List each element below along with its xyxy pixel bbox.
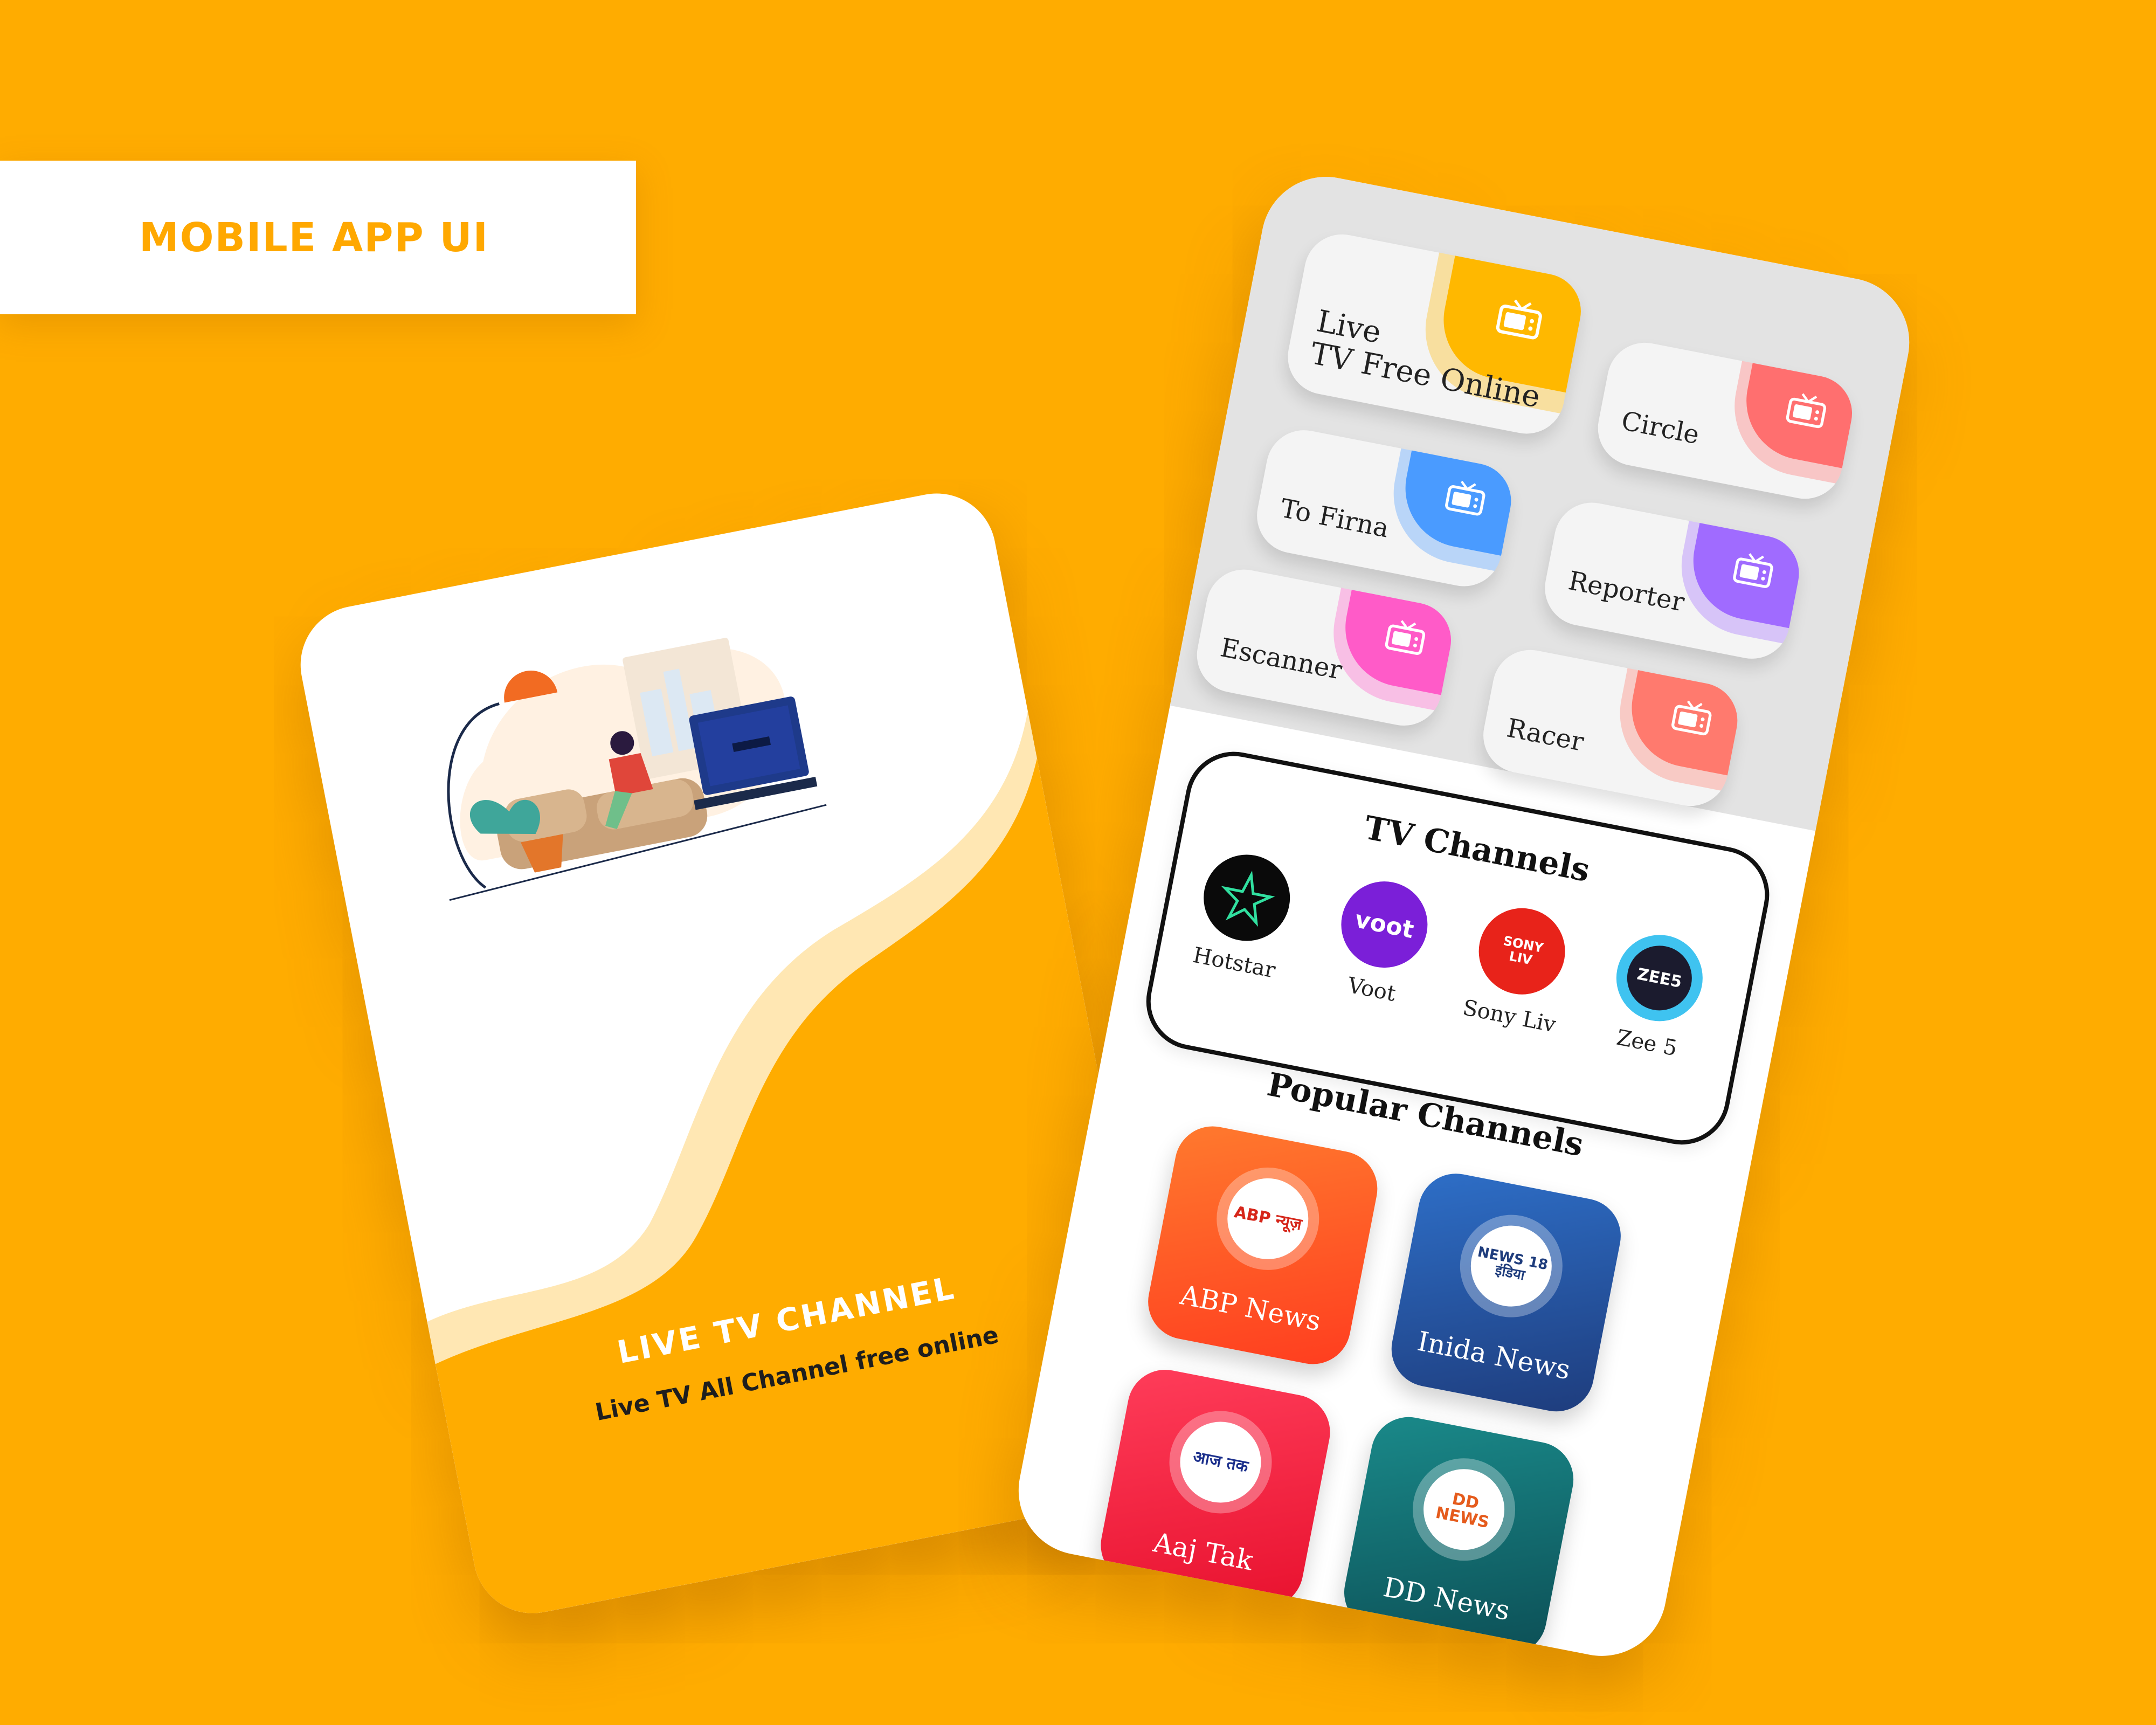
aaj-tak-logo: आज तक <box>1173 1414 1268 1510</box>
hotstar-logo[interactable] <box>1196 847 1297 949</box>
zee5-logo[interactable]: ZEE5 <box>1609 927 1710 1029</box>
popular-card-inida-news[interactable]: NEWS 18 इंडिया Inida News <box>1385 1167 1627 1418</box>
category-label: To Firna <box>1277 493 1392 544</box>
channel-name: Zee 5 <box>1614 1025 1680 1061</box>
home-screen-phone: Live TV Free Online Circle To Firna Repo… <box>1007 165 1920 1667</box>
category-label: Circle <box>1619 405 1702 451</box>
popular-channel-name: DD News <box>1380 1571 1513 1627</box>
popular-card-dd-news[interactable]: DD NEWS DD News <box>1337 1410 1580 1661</box>
popular-channel-name: Inida News <box>1414 1325 1573 1386</box>
brand-banner: MOBILE APP UI <box>0 161 636 314</box>
voot-logo[interactable]: voot <box>1333 874 1435 975</box>
channel-name: Sony Liv <box>1461 995 1558 1038</box>
popular-channel-name: ABP News <box>1177 1279 1324 1337</box>
popular-card-abp-news[interactable]: ABP न्यूज़ ABP News <box>1142 1120 1384 1371</box>
dd-news-logo: DD NEWS <box>1416 1462 1512 1557</box>
channel-name: Voot <box>1345 972 1398 1006</box>
abp-news-logo: ABP न्यूज़ <box>1220 1171 1316 1266</box>
category-label: Escanner <box>1218 632 1345 686</box>
channel-name: Hotstar <box>1191 942 1277 983</box>
news18-india-logo: NEWS 18 इंडिया <box>1463 1218 1559 1314</box>
sony-liv-logo[interactable]: SONY LIV <box>1471 900 1573 1002</box>
brand-label: MOBILE APP UI <box>139 214 489 261</box>
category-label: Racer <box>1504 713 1587 758</box>
popular-card-aaj-tak[interactable]: आज तक Aaj Tak <box>1094 1363 1337 1614</box>
popular-channel-name: Aaj Tak <box>1151 1527 1256 1577</box>
category-label: Reporter <box>1566 565 1687 618</box>
star-icon <box>1221 870 1275 927</box>
